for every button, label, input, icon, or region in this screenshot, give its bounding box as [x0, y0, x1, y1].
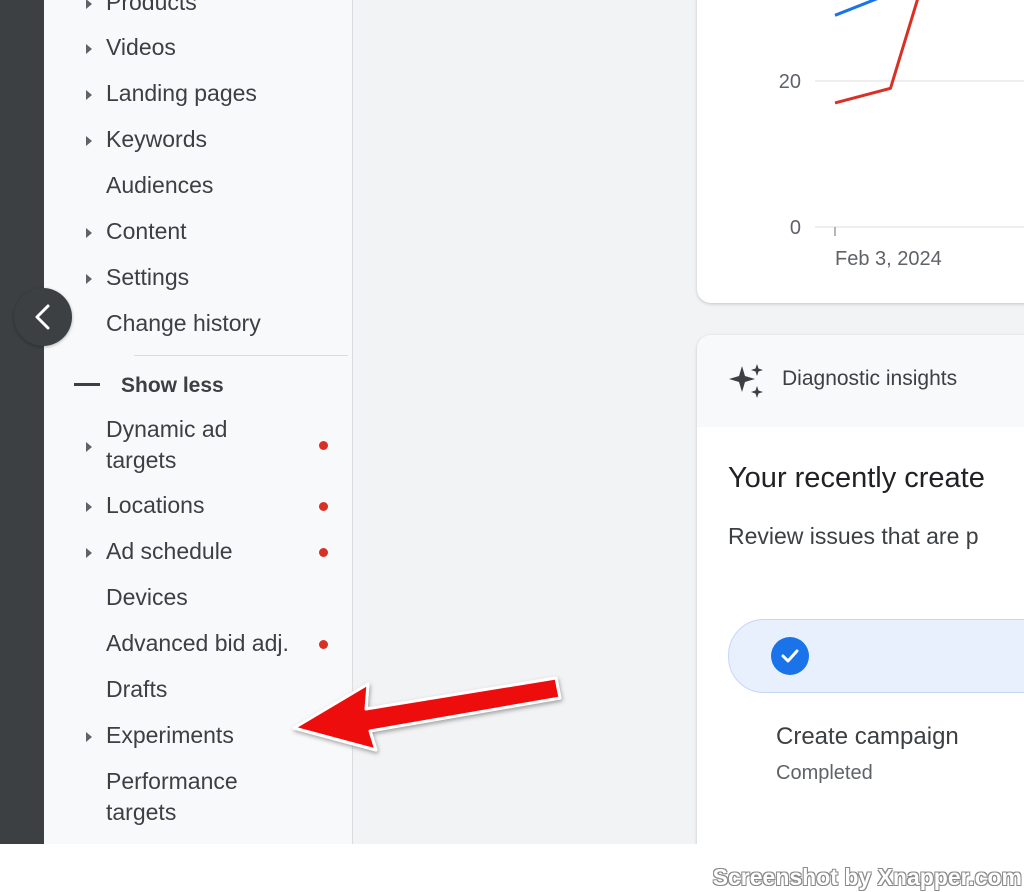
sidebar-item-label: Videos	[106, 34, 176, 60]
ads-app: Products Videos Landing pages Keywords Audie…	[0, 0, 1024, 844]
expand-caret-icon	[84, 500, 94, 512]
watermark: Screenshot by Xnapper.com	[712, 864, 1022, 890]
chevron-left-icon	[35, 304, 50, 330]
step-status: Completed	[776, 762, 873, 784]
checkmark-icon	[771, 637, 809, 675]
expand-caret-icon	[84, 134, 94, 146]
insights-subtext: Review issues that are p	[728, 523, 979, 549]
sidebar-item-audiences[interactable]: Audiences	[44, 170, 352, 204]
sidebar-item-videos[interactable]: Videos	[44, 32, 352, 66]
sidebar-item-products[interactable]: Products	[44, 0, 352, 21]
sidebar-item-keywords[interactable]: Keywords	[44, 124, 352, 158]
alert-dot-icon	[319, 548, 328, 557]
performance-chart: 0 20 Feb 3, 2024	[779, 0, 1024, 270]
insights-header: Diagnostic insights	[697, 335, 1024, 427]
left-rail	[0, 0, 44, 844]
sidebar-item-content[interactable]: Content	[44, 216, 352, 250]
y-tick-label: 0	[790, 217, 801, 239]
sidebar-item-label: Audiences	[106, 172, 214, 198]
alert-dot-icon	[319, 441, 328, 450]
sidebar-item-performance-targets[interactable]: Performance targets	[44, 766, 352, 830]
sidebar-item-dynamic-ad-targets[interactable]: Dynamic ad targets	[44, 414, 352, 478]
sidebar-item-label: Settings	[106, 264, 190, 290]
collapse-sidebar-button[interactable]	[14, 288, 72, 346]
alert-dot-icon	[319, 502, 328, 511]
performance-chart-card: 0 20 Feb 3, 2024	[697, 0, 1024, 303]
sidebar-item-change-history[interactable]: Change history	[44, 308, 352, 342]
sidebar-item-settings[interactable]: Settings	[44, 262, 352, 296]
show-less-label: Show less	[121, 374, 224, 397]
expand-caret-icon	[84, 42, 94, 54]
sidebar-item-devices[interactable]: Devices	[44, 582, 352, 616]
insights-title: Diagnostic insights	[782, 367, 958, 390]
expand-caret-icon	[84, 272, 94, 284]
sidebar-item-label: Ad schedule	[106, 538, 233, 564]
insights-headline: Your recently create	[728, 462, 985, 494]
nav-divider	[134, 355, 348, 356]
expand-caret-icon	[84, 226, 94, 238]
alert-dot-icon	[319, 640, 328, 649]
sidebar-item-label: Experiments	[106, 722, 234, 748]
series-line-1	[834, 0, 878, 17]
sidebar-item-label: Content	[106, 218, 187, 244]
sidebar-item-label: Devices	[106, 584, 188, 610]
step-progress-pill[interactable]	[728, 619, 1024, 693]
sidebar-item-label: Drafts	[106, 676, 168, 702]
sidebar-item-advanced-bid-adj[interactable]: Advanced bid adj.	[44, 628, 352, 662]
sidebar-item-landing-pages[interactable]: Landing pages	[44, 78, 352, 112]
annotation-arrow-icon	[292, 676, 562, 752]
expand-caret-icon	[84, 88, 94, 100]
sidebar-item-label: Change history	[106, 310, 261, 336]
sidebar-item-locations[interactable]: Locations	[44, 490, 352, 524]
sidebar-item-label: Landing pages	[106, 80, 257, 106]
minus-icon	[74, 383, 100, 386]
expand-caret-icon	[84, 730, 94, 742]
step-title: Create campaign	[776, 723, 959, 750]
sidebar-item-label: Keywords	[106, 126, 207, 152]
sidebar-item-label: Products	[106, 0, 197, 15]
x-tick-label: Feb 3, 2024	[835, 248, 942, 270]
sidebar-item-label-line2: targets	[106, 447, 177, 473]
show-less-button[interactable]: Show less	[72, 371, 332, 401]
diagnostic-insights-card: Diagnostic insights Your recently create…	[697, 335, 1024, 844]
expand-caret-icon	[84, 546, 94, 558]
sidebar-item-label: Locations	[106, 492, 205, 518]
sidebar-item-label: Dynamic ad	[106, 416, 228, 442]
series-line-2	[834, 0, 919, 105]
sidebar-item-label: Advanced bid adj.	[106, 630, 289, 656]
sidebar-item-label: Performance	[106, 768, 238, 794]
expand-caret-icon	[84, 440, 94, 452]
expand-caret-icon	[84, 0, 94, 9]
sidebar-item-label-line2: targets	[106, 799, 177, 825]
sparkle-icon	[729, 364, 763, 398]
sidebar-item-ad-schedule[interactable]: Ad schedule	[44, 536, 352, 570]
y-tick-label: 20	[779, 71, 801, 93]
